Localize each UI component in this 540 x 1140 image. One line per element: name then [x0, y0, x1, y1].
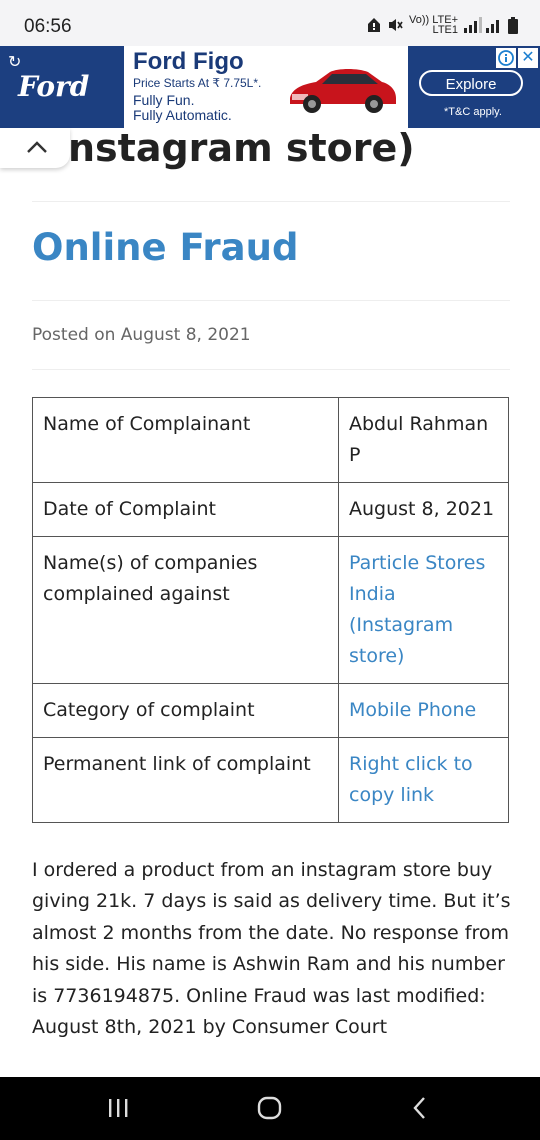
ad-banner[interactable]: ↻ Ford Ford Figo Price Starts At ₹ 7.75L… [0, 46, 540, 128]
ad-content-panel: Ford Figo Price Starts At ₹ 7.75L*. Full… [124, 46, 408, 128]
status-bar: 06:56 Vo)) LTE+ LTE1 [0, 0, 540, 46]
table-row: Name(s) of companies complained against … [32, 536, 509, 684]
permalink-link[interactable]: Right click to copy link [338, 737, 509, 823]
mute-icon [388, 19, 403, 31]
ad-title: Ford Figo [133, 48, 244, 75]
home-icon[interactable] [256, 1095, 284, 1121]
status-icons: Vo)) LTE+ LTE1 [367, 14, 518, 36]
ford-logo: Ford [18, 70, 90, 103]
complaint-table: Name of Complainant Abdul Rahman P Date … [32, 397, 509, 823]
table-row: Category of complaint Mobile Phone [32, 683, 509, 738]
refresh-icon: ↻ [8, 54, 22, 71]
divider [32, 201, 510, 202]
row-label-permalink: Permanent link of complaint [32, 737, 339, 823]
row-label-date: Date of Complaint [32, 482, 339, 537]
recent-apps-icon[interactable] [106, 1095, 130, 1121]
collapse-ad-button[interactable] [0, 128, 70, 168]
post-date: Posted on August 8, 2021 [32, 325, 251, 345]
ad-tagline-2: Fully Automatic. [133, 107, 232, 123]
back-icon[interactable] [410, 1095, 430, 1121]
row-label-companies: Name(s) of companies complained against [32, 536, 339, 684]
chevron-up-icon [27, 141, 47, 153]
ad-tagline-1: Fully Fun. [133, 92, 195, 108]
car-image [290, 69, 396, 113]
row-value-date: August 8, 2021 [338, 482, 509, 537]
home-alert-icon [367, 18, 380, 32]
table-row: Name of Complainant Abdul Rahman P [32, 397, 509, 483]
explore-button[interactable]: Explore [419, 70, 523, 96]
divider [32, 369, 510, 370]
system-nav-bar [0, 1077, 540, 1140]
status-time: 06:56 [24, 16, 72, 37]
adchoices-icon[interactable] [496, 48, 516, 68]
company-link[interactable]: Particle Stores India (Instagram store) [338, 536, 509, 684]
table-row: Date of Complaint August 8, 2021 [32, 482, 509, 537]
row-label-category: Category of complaint [32, 683, 339, 738]
table-row: Permanent link of complaint Right click … [32, 737, 509, 823]
previous-post-heading: nstagram store) [68, 126, 415, 170]
divider [32, 300, 510, 301]
signal-icon [464, 17, 499, 33]
row-value-complainant: Abdul Rahman P [338, 397, 509, 483]
battery-icon [508, 16, 518, 34]
complaint-body: I ordered a product from an instagram st… [32, 859, 511, 1039]
network-label-bottom: LTE1 [432, 24, 458, 36]
ad-close-icon[interactable]: ✕ [518, 48, 538, 68]
ad-price-line: Price Starts At ₹ 7.75L*. [133, 76, 262, 90]
post-title[interactable]: Online Fraud [32, 226, 298, 269]
row-label-complainant: Name of Complainant [32, 397, 339, 483]
ad-disclaimer: *T&C apply. [444, 106, 502, 118]
category-link[interactable]: Mobile Phone [338, 683, 509, 738]
